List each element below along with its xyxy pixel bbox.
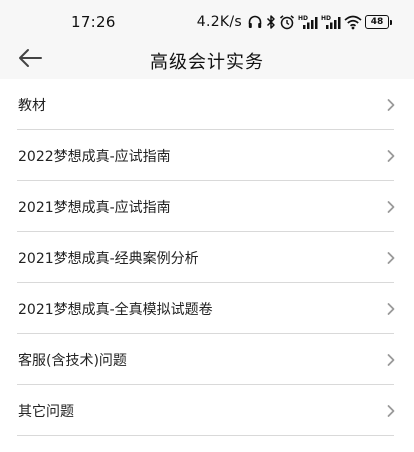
status-icons: 4.2K/s HD HD 48	[197, 12, 392, 32]
page-title: 高级会计实务	[150, 52, 264, 73]
menu-item-label: 其它问题	[18, 404, 74, 420]
chevron-right-icon	[387, 150, 395, 162]
menu-item-2021-exam-guide[interactable]: 2021梦想成真-应试指南	[0, 181, 414, 232]
bluetooth-icon	[266, 13, 276, 31]
menu-item-label: 2021梦想成真-全真模拟试题卷	[18, 302, 213, 318]
chevron-right-icon	[387, 201, 395, 213]
network-speed: 4.2K/s	[196, 14, 242, 30]
hd-signal-icon: HD	[321, 13, 341, 31]
chevron-right-icon	[387, 99, 395, 111]
chevron-right-icon	[387, 354, 395, 366]
battery-icon: 48	[365, 15, 392, 29]
headphones-icon	[247, 13, 263, 31]
status-bar: 17:26 4.2K/s HD HD 48	[0, 0, 414, 44]
menu-item-2021-mock-exams[interactable]: 2021梦想成真-全真模拟试题卷	[0, 283, 414, 334]
menu-item-other-questions[interactable]: 其它问题	[0, 385, 414, 436]
menu-item-2022-exam-guide[interactable]: 2022梦想成真-应试指南	[0, 130, 414, 181]
chevron-right-icon	[387, 303, 395, 315]
menu-item-textbook[interactable]: 教材	[0, 79, 414, 130]
wifi-icon	[344, 13, 362, 31]
chevron-right-icon	[387, 252, 395, 264]
menu-item-customer-service[interactable]: 客服(含技术)问题	[0, 334, 414, 385]
menu-item-label: 教材	[18, 98, 46, 114]
menu-item-label: 客服(含技术)问题	[18, 353, 127, 369]
menu-item-2021-case-analysis[interactable]: 2021梦想成真-经典案例分析	[0, 232, 414, 283]
alarm-icon	[279, 13, 295, 31]
svg-text:HD: HD	[321, 15, 331, 22]
battery-level: 48	[365, 15, 389, 29]
menu-list: 教材 2022梦想成真-应试指南 2021梦想成真-应试指南 2021梦想成真-…	[0, 79, 414, 436]
hd-signal-icon: HD	[298, 13, 318, 31]
chevron-right-icon	[387, 405, 395, 417]
menu-item-label: 2021梦想成真-经典案例分析	[18, 251, 199, 267]
svg-text:HD: HD	[298, 15, 308, 22]
battery-tip	[390, 19, 392, 25]
menu-item-label: 2022梦想成真-应试指南	[18, 149, 171, 165]
title-bar: 高级会计实务	[0, 44, 414, 79]
menu-item-label: 2021梦想成真-应试指南	[18, 200, 171, 216]
status-time: 17:26	[71, 13, 116, 31]
